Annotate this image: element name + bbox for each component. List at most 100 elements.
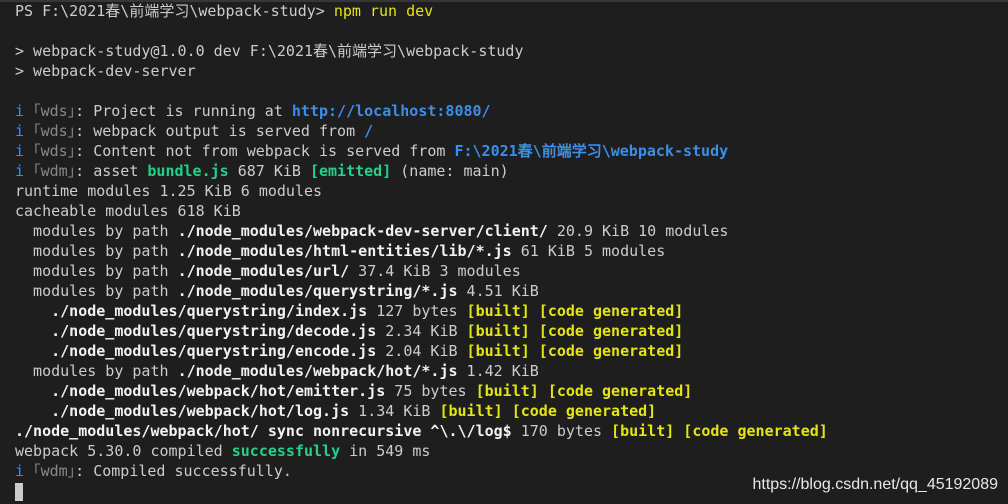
terminal-text-segment: 37.4 KiB 3 modules (349, 262, 521, 280)
terminal-text-segment: [built] (475, 382, 539, 400)
terminal-text-segment: ｢wds｣ (33, 142, 76, 160)
terminal-text-segment: 2.34 KiB (376, 322, 467, 340)
terminal-text-segment: modules by path (15, 282, 178, 300)
terminal-cursor (15, 483, 23, 501)
terminal-panel[interactable]: PS F:\2021春\前端学习\webpack-study> npm run … (0, 0, 1008, 504)
terminal-text-segment: [code generated] (538, 302, 684, 320)
terminal-text-segment: i (15, 142, 34, 160)
terminal-line: modules by path ./node_modules/webpack/h… (15, 361, 539, 381)
terminal-text-segment: > webpack-study@1.0.0 dev F:\2021春\前端学习\… (15, 42, 524, 60)
terminal-text-segment: runtime modules 1.25 KiB 6 modules (15, 182, 323, 200)
terminal-line: i ｢wds｣: Content not from webpack is ser… (15, 141, 728, 161)
terminal-text-segment: : webpack output is served from (75, 122, 365, 140)
terminal-line: i ｢wdm｣: Compiled successfully. (15, 461, 292, 481)
terminal-line: webpack 5.30.0 compiled successfully in … (15, 441, 430, 461)
terminal-line: > webpack-dev-server (15, 61, 196, 81)
terminal-line: ./node_modules/webpack/hot/emitter.js 75… (15, 381, 692, 401)
terminal-line: modules by path ./node_modules/webpack-d… (15, 221, 728, 241)
terminal-text-segment: cacheable modules 618 KiB (15, 202, 241, 220)
terminal-text-segment: [code generated] (683, 422, 828, 440)
terminal-line: modules by path ./node_modules/html-enti… (15, 241, 665, 261)
terminal-text-segment: npm run dev (333, 2, 434, 20)
terminal-text-segment: ./node_modules/querystring/encode.js (15, 342, 377, 360)
terminal-text-segment: 4.51 KiB (457, 282, 539, 300)
terminal-text-segment: [emitted] (309, 162, 392, 180)
terminal-text-segment: successfully (231, 442, 341, 460)
terminal-line: i ｢wds｣: webpack output is served from / (15, 121, 373, 141)
terminal-text-segment: 75 bytes (385, 382, 476, 400)
terminal-text-segment: ｢wds｣ (33, 102, 76, 120)
terminal-text-segment: ｢wdm｣ (33, 162, 76, 180)
terminal-text-segment: PS F:\2021春\前端学习\webpack-study> (15, 2, 334, 20)
terminal-text-segment: [built] (611, 422, 675, 440)
terminal-text-segment: i (15, 102, 34, 120)
terminal-text-segment: ./node_modules/url/ (177, 262, 350, 280)
terminal-line: > webpack-study@1.0.0 dev F:\2021春\前端学习\… (15, 41, 523, 61)
terminal-text-segment: ｢wds｣ (33, 122, 76, 140)
terminal-line: runtime modules 1.25 KiB 6 modules (15, 181, 322, 201)
terminal-text-segment: ./node_modules/querystring/index.js (15, 302, 368, 320)
terminal-line: ./node_modules/webpack/hot/log.js 1.34 K… (15, 401, 656, 421)
terminal-text-segment: ./node_modules/webpack/hot/log.js (15, 402, 350, 420)
terminal-text-segment: : Project is running at (75, 102, 292, 120)
terminal-text-segment: modules by path (15, 222, 178, 240)
terminal-text-segment: F:\2021春\前端学习\webpack-study (454, 142, 729, 160)
terminal-text-segment: : Content not from webpack is served fro… (75, 142, 455, 160)
terminal-text-segment: 1.42 KiB (457, 362, 539, 380)
terminal-text-segment: [built] (466, 302, 530, 320)
terminal-text-segment: : Compiled successfully. (75, 462, 292, 480)
terminal-text-segment: webpack 5.30.0 compiled (15, 442, 232, 460)
terminal-text-segment: 20.9 KiB 10 modules (547, 222, 729, 240)
terminal-line: modules by path ./node_modules/url/ 37.4… (15, 261, 521, 281)
terminal-line: ./node_modules/querystring/encode.js 2.0… (15, 341, 683, 361)
terminal-text-segment: 1.34 KiB (349, 402, 440, 420)
terminal-text-segment: [built] (466, 322, 530, 340)
terminal-text-segment: [built] (439, 402, 503, 420)
terminal-text-segment: ./node_modules/querystring/*.js (177, 282, 458, 300)
terminal-text-segment: modules by path (15, 362, 178, 380)
terminal-text-segment: [code generated] (538, 342, 684, 360)
terminal-line: cacheable modules 618 KiB (15, 201, 241, 221)
terminal-text-segment: > webpack-dev-server (15, 62, 196, 80)
terminal-text-segment: [code generated] (547, 382, 693, 400)
terminal-text-segment: ./node_modules/querystring/decode.js (15, 322, 377, 340)
terminal-text-segment: 687 KiB (228, 162, 310, 180)
terminal-text-segment: modules by path (15, 242, 178, 260)
terminal-text-segment: ./node_modules/webpack-dev-server/client… (177, 222, 548, 240)
terminal-text-segment: 2.04 KiB (376, 342, 467, 360)
terminal-text-segment: http://localhost:8080/ (291, 102, 491, 120)
terminal-text-segment: in 549 ms (340, 442, 431, 460)
terminal-text-segment: / (364, 122, 374, 140)
terminal-text-segment: 170 bytes (511, 422, 612, 440)
terminal-text-segment: 127 bytes (367, 302, 467, 320)
terminal-text-segment: [code generated] (538, 322, 684, 340)
terminal-text-segment: 61 KiB 5 modules (511, 242, 666, 260)
terminal-line: i ｢wds｣: Project is running at http://lo… (15, 101, 491, 121)
terminal-line: ./node_modules/querystring/decode.js 2.3… (15, 321, 683, 341)
terminal-text-segment: ./node_modules/webpack/hot/*.js (177, 362, 458, 380)
terminal-text-segment: [built] (466, 342, 530, 360)
terminal-line: modules by path ./node_modules/querystri… (15, 281, 539, 301)
terminal-text-segment: : asset (75, 162, 148, 180)
terminal-text-segment: i (15, 122, 34, 140)
terminal-text-segment: i (15, 462, 34, 480)
terminal-text-segment: modules by path (15, 262, 178, 280)
terminal-text-segment: ./node_modules/webpack/hot/ sync nonrecu… (15, 422, 512, 440)
terminal-text-segment: (name: main) (391, 162, 509, 180)
terminal-line: i ｢wdm｣: asset bundle.js 687 KiB [emitte… (15, 161, 509, 181)
terminal-text-segment: i (15, 162, 34, 180)
terminal-text-segment: ｢wdm｣ (33, 462, 76, 480)
terminal-line: ./node_modules/webpack/hot/ sync nonrecu… (15, 421, 828, 441)
terminal-line: ./node_modules/querystring/index.js 127 … (15, 301, 683, 321)
terminal-text-segment: bundle.js (147, 162, 229, 180)
terminal-text-segment: [code generated] (511, 402, 657, 420)
terminal-text-segment: ./node_modules/webpack/hot/emitter.js (15, 382, 386, 400)
terminal-text-segment: ./node_modules/html-entities/lib/*.js (177, 242, 512, 260)
watermark-url: https://blog.csdn.net/qq_45192089 (752, 476, 998, 493)
